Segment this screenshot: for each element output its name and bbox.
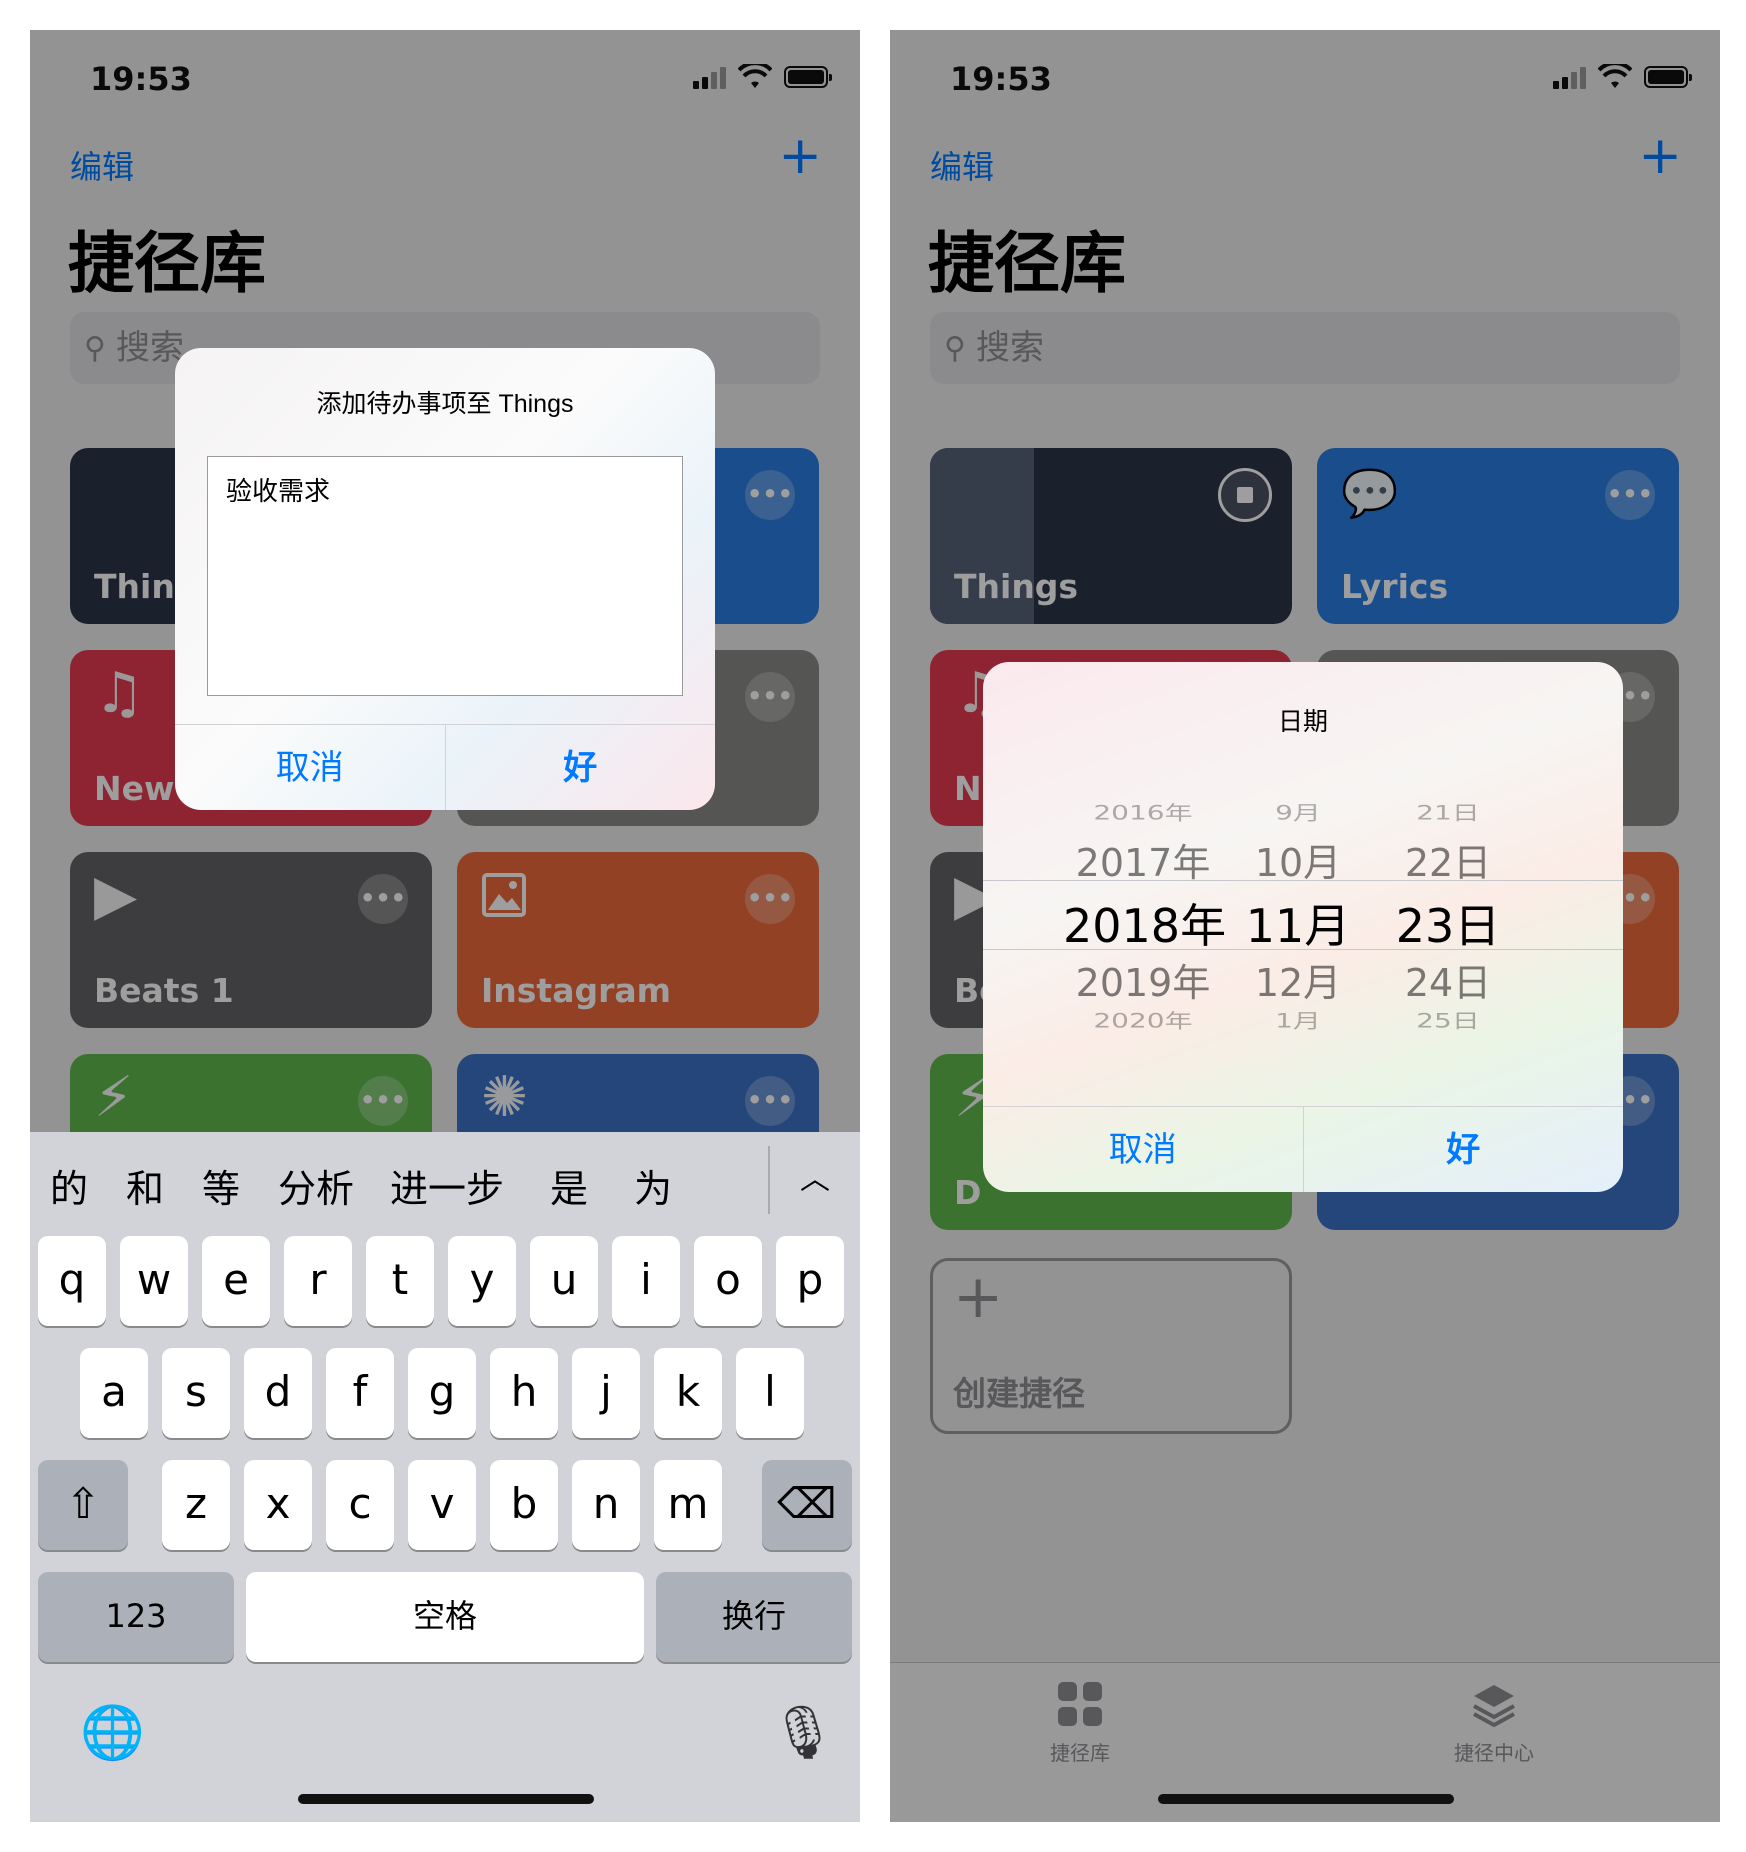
key-e[interactable]: e xyxy=(202,1236,270,1326)
cancel-button[interactable]: 取消 xyxy=(175,725,445,810)
candidate-word[interactable]: 和 xyxy=(126,1158,164,1213)
key-g[interactable]: g xyxy=(408,1348,476,1438)
key-k[interactable]: k xyxy=(654,1348,722,1438)
candidate-divider xyxy=(768,1146,770,1214)
candidate-word[interactable]: 进一步 xyxy=(390,1158,504,1213)
chevron-up-icon[interactable]: ︿ xyxy=(800,1154,830,1198)
picker-option[interactable]: 24日 xyxy=(1368,952,1528,1007)
key-q[interactable]: q xyxy=(38,1236,106,1326)
alert-title: 添加待办事项至 Things xyxy=(316,390,574,418)
picker-option[interactable]: 1月 xyxy=(1218,1006,1378,1034)
ok-button[interactable]: 好 xyxy=(1302,1107,1624,1192)
picker-option[interactable]: 12月 xyxy=(1218,952,1378,1007)
delete-key[interactable]: ⌫ xyxy=(762,1460,852,1550)
picker-option[interactable]: 25日 xyxy=(1368,1006,1528,1034)
key-w[interactable]: w xyxy=(120,1236,188,1326)
picker-option[interactable]: 2016年 xyxy=(1063,798,1223,826)
key-n[interactable]: n xyxy=(572,1460,640,1550)
picker-selected-month[interactable]: 11月 xyxy=(1218,890,1378,956)
key-b[interactable]: b xyxy=(490,1460,558,1550)
key-u[interactable]: u xyxy=(530,1236,598,1326)
key-v[interactable]: v xyxy=(408,1460,476,1550)
key-z[interactable]: z xyxy=(162,1460,230,1550)
picker-option[interactable]: 2020年 xyxy=(1063,1006,1223,1034)
candidate-word[interactable]: 是 xyxy=(550,1158,588,1213)
key-y[interactable]: y xyxy=(448,1236,516,1326)
key-s[interactable]: s xyxy=(162,1348,230,1438)
key-c[interactable]: c xyxy=(326,1460,394,1550)
key-a[interactable]: a xyxy=(80,1348,148,1438)
key-i[interactable]: i xyxy=(612,1236,680,1326)
alert-buttons: 取消 好 xyxy=(175,724,715,810)
alert-title: 日期 xyxy=(1277,708,1328,736)
picker-option[interactable]: 10月 xyxy=(1218,832,1378,887)
candidate-bar: 的 和 等 分析 进一步 是 为 ︿ xyxy=(30,1132,860,1222)
keyboard: 的 和 等 分析 进一步 是 为 ︿ q w e r t y u i o p a… xyxy=(30,1132,860,1822)
candidate-word[interactable]: 等 xyxy=(202,1158,240,1213)
key-r[interactable]: r xyxy=(284,1236,352,1326)
key-o[interactable]: o xyxy=(694,1236,762,1326)
key-m[interactable]: m xyxy=(654,1460,722,1550)
text-input-alert: 添加待办事项至 Things 取消 好 xyxy=(175,348,715,810)
return-key[interactable]: 换行 xyxy=(656,1572,852,1662)
picker-option[interactable]: 2017年 xyxy=(1063,832,1223,887)
picker-selected-year[interactable]: 2018年 xyxy=(1063,890,1226,956)
home-indicator[interactable] xyxy=(298,1794,594,1804)
globe-icon[interactable]: 🌐 xyxy=(80,1702,145,1763)
key-x[interactable]: x xyxy=(244,1460,312,1550)
date-picker-alert: 日期 2016年 2017年 2018年 2019年 2020年 9月 10月 … xyxy=(983,662,1623,1192)
candidate-word[interactable]: 为 xyxy=(634,1158,672,1213)
picker-selected-day[interactable]: 23日 xyxy=(1368,890,1528,956)
phone-screen-right: 19:53 编辑 + 捷径库 ⚲ Things 💬 ••• Lyrics ♫ •… xyxy=(890,30,1720,1822)
key-j[interactable]: j xyxy=(572,1348,640,1438)
key-t[interactable]: t xyxy=(366,1236,434,1326)
alert-buttons: 取消 好 xyxy=(983,1106,1623,1192)
ok-button[interactable]: 好 xyxy=(444,725,716,810)
candidate-word[interactable]: 的 xyxy=(50,1158,88,1213)
microphone-icon[interactable]: 🎙 xyxy=(770,1702,836,1763)
key-f[interactable]: f xyxy=(326,1348,394,1438)
shift-key[interactable]: ⇧ xyxy=(38,1460,128,1550)
key-l[interactable]: l xyxy=(736,1348,804,1438)
todo-text-field[interactable] xyxy=(207,456,683,696)
picker-option[interactable]: 21日 xyxy=(1368,798,1528,826)
date-picker[interactable]: 2016年 2017年 2018年 2019年 2020年 9月 10月 11月… xyxy=(983,792,1623,1034)
picker-option[interactable]: 22日 xyxy=(1368,832,1528,887)
cancel-button[interactable]: 取消 xyxy=(983,1107,1303,1192)
space-key[interactable]: 空格 xyxy=(246,1572,644,1662)
numbers-key[interactable]: 123 xyxy=(38,1572,234,1662)
key-h[interactable]: h xyxy=(490,1348,558,1438)
candidate-word[interactable]: 分析 xyxy=(278,1158,354,1213)
home-indicator[interactable] xyxy=(1158,1794,1454,1804)
key-d[interactable]: d xyxy=(244,1348,312,1438)
picker-option[interactable]: 9月 xyxy=(1218,798,1378,826)
phone-screen-left: 19:53 编辑 + 捷径库 ⚲ Things ••• ♫ New ••• ▶ … xyxy=(30,30,860,1822)
picker-option[interactable]: 2019年 xyxy=(1063,952,1223,1007)
key-p[interactable]: p xyxy=(776,1236,844,1326)
